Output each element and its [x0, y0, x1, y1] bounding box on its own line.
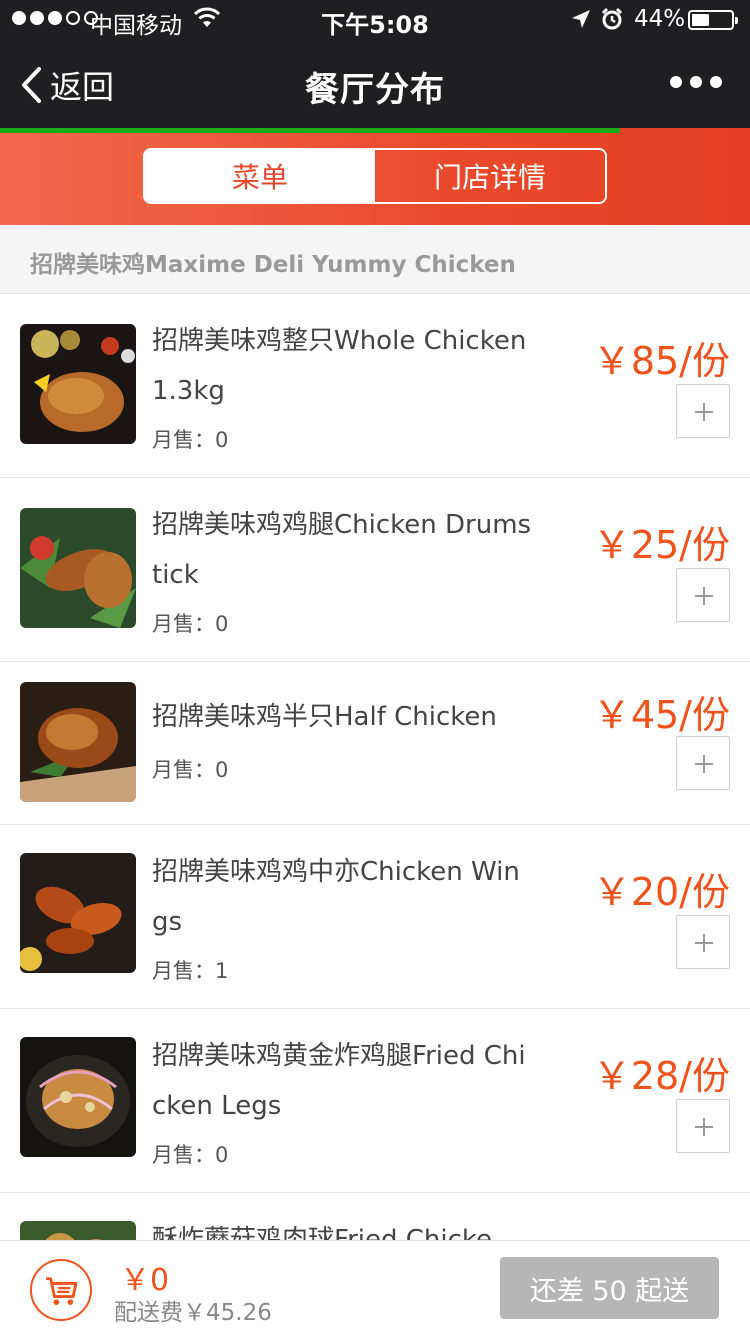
- dish-image: [20, 1221, 136, 1240]
- monthly-sales: 月售：1: [152, 959, 229, 983]
- monthly-sales: 月售：0: [152, 758, 229, 782]
- tab-store-details[interactable]: 门店详情: [375, 150, 605, 202]
- dish-name: 招牌美味鸡整只Whole Chicken 1.3kg: [152, 326, 527, 406]
- dish-list: 招牌美味鸡整只Whole Chicken 1.3kg 月售：0 ￥85/份 招牌…: [0, 294, 750, 1240]
- dish-image: [20, 853, 136, 973]
- page-title: 餐厅分布: [305, 70, 445, 110]
- list-item: 酥炸蘑菇鸡肉球Fried Chicke ￥18/份: [0, 1193, 750, 1240]
- list-item: 招牌美味鸡鸡腿Chicken Drumstick 月售：0 ￥25/份: [0, 478, 750, 662]
- location-arrow-icon: [572, 10, 590, 28]
- battery-percent: 44%: [634, 6, 686, 32]
- dish-image: [20, 1037, 136, 1157]
- dish-price: ￥25/份: [592, 523, 730, 567]
- dish-price: ￥45/份: [592, 693, 730, 737]
- more-icon[interactable]: [670, 76, 722, 88]
- monthly-sales: 月售：0: [152, 612, 229, 636]
- dish-name: 招牌美味鸡半只Half Chicken: [152, 702, 497, 732]
- cart-button[interactable]: [30, 1259, 92, 1321]
- shopping-cart-icon: [46, 1277, 78, 1305]
- dish-price: ￥85/份: [592, 339, 730, 383]
- dish-name: 招牌美味鸡黄金炸鸡腿Fried Chicken Legs: [152, 1041, 526, 1121]
- monthly-sales: 月售：0: [152, 1143, 229, 1167]
- dish-price: ￥20/份: [592, 870, 730, 914]
- list-item: 招牌美味鸡黄金炸鸡腿Fried Chicken Legs 月售：0 ￥28/份: [0, 1009, 750, 1193]
- add-to-cart-button[interactable]: [676, 384, 730, 438]
- dish-image: [20, 508, 136, 628]
- category-header: 招牌美味鸡Maxime Deli Yummy Chicken: [0, 225, 750, 497]
- checkout-button[interactable]: 还差 50 起送: [500, 1257, 719, 1319]
- nav-bar: 返回 餐厅分布: [0, 40, 750, 128]
- tab-area: 菜单 门店详情: [0, 128, 750, 225]
- dish-price: ￥18/份: [593, 1229, 730, 1240]
- add-to-cart-button[interactable]: [676, 568, 730, 622]
- monthly-sales: 月售：0: [152, 428, 229, 452]
- dish-image: [20, 682, 136, 802]
- category-title: 招牌美味鸡Maxime Deli Yummy Chicken: [30, 252, 516, 278]
- tab-menu[interactable]: 菜单: [145, 150, 375, 202]
- dish-image: [20, 324, 136, 444]
- alarm-icon: [601, 7, 623, 30]
- loading-progress-bar: [0, 128, 620, 133]
- battery-icon: [688, 10, 738, 30]
- add-to-cart-button[interactable]: [676, 736, 730, 790]
- cart-bar: ￥0 配送费￥45.26 还差 50 起送: [0, 1240, 750, 1334]
- list-item: 招牌美味鸡鸡中亦Chicken Wings 月售：1 ￥20/份: [0, 825, 750, 1009]
- segmented-control: 菜单 门店详情: [143, 148, 607, 204]
- delivery-fee: 配送费￥45.26: [114, 1300, 272, 1326]
- add-to-cart-button[interactable]: [676, 1099, 730, 1153]
- dish-name: 招牌美味鸡鸡腿Chicken Drumstick: [152, 510, 532, 590]
- status-bar: 中国移动 下午5:08 44%: [0, 0, 750, 40]
- list-item: 招牌美味鸡整只Whole Chicken 1.3kg 月售：0 ￥85/份: [0, 294, 750, 478]
- dish-name: 酥炸蘑菇鸡肉球Fried Chicke: [152, 1225, 493, 1240]
- dish-name: 招牌美味鸡鸡中亦Chicken Wings: [152, 857, 520, 937]
- list-item: 招牌美味鸡半只Half Chicken 月售：0 ￥45/份: [0, 662, 750, 825]
- add-to-cart-button[interactable]: [676, 915, 730, 969]
- dish-price: ￥28/份: [592, 1054, 730, 1098]
